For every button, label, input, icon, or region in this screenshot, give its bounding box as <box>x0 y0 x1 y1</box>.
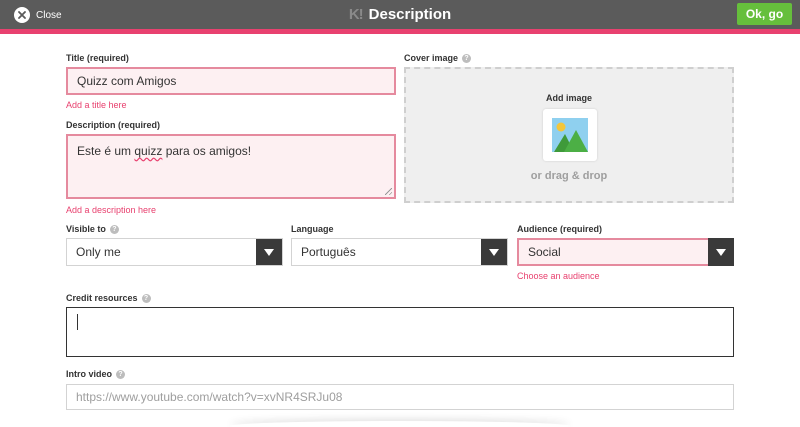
intro-video-input[interactable]: https://www.youtube.com/watch?v=xvNR4SRJ… <box>66 384 734 410</box>
title-value: Quizz com Amigos <box>77 74 177 88</box>
help-icon[interactable]: ? <box>109 224 119 234</box>
image-placeholder-icon[interactable] <box>543 109 597 161</box>
credit-resources-textarea[interactable] <box>66 307 734 357</box>
top-bar <box>0 0 800 29</box>
visible-to-value: Only me <box>76 245 121 259</box>
description-label: Description (required) <box>66 120 161 130</box>
intro-video-placeholder: https://www.youtube.com/watch?v=xvNR4SRJ… <box>76 390 343 404</box>
description-value: Este é um quizz para os amigos! <box>77 144 252 158</box>
audience-select[interactable]: Social <box>517 238 734 266</box>
intro-video-label: Intro video ? <box>66 369 126 379</box>
description-textarea[interactable]: Este é um quizz para os amigos! <box>66 134 396 199</box>
ok-go-button[interactable]: Ok, go <box>737 3 792 25</box>
audience-label: Audience (required) <box>517 224 603 234</box>
help-icon[interactable]: ? <box>116 369 126 379</box>
language-value: Português <box>301 245 356 259</box>
help-icon[interactable]: ? <box>141 293 151 303</box>
chevron-down-icon[interactable] <box>481 239 507 265</box>
visible-to-select[interactable]: Only me <box>66 238 283 266</box>
text-caret <box>77 314 78 330</box>
close-icon <box>14 7 30 23</box>
chevron-down-icon[interactable] <box>708 238 734 266</box>
visible-to-label: Visible to ? <box>66 224 119 234</box>
cover-image-dropzone[interactable]: Add image or drag & drop <box>404 67 734 203</box>
language-select[interactable]: Português <box>291 238 508 266</box>
title-error: Add a title here <box>66 100 127 110</box>
close-button[interactable]: Close <box>14 6 62 24</box>
cover-image-label: Cover image ? <box>404 53 472 63</box>
resize-handle[interactable] <box>385 188 392 195</box>
credit-resources-label: Credit resources ? <box>66 293 151 303</box>
help-icon[interactable]: ? <box>462 53 472 63</box>
close-label: Close <box>36 9 62 21</box>
description-error: Add a description here <box>66 205 157 215</box>
language-label: Language <box>291 224 334 234</box>
audience-error: Choose an audience <box>517 271 600 281</box>
misspelled-word: quizz <box>134 144 163 158</box>
bottom-panel-edge <box>230 421 570 427</box>
chevron-down-icon[interactable] <box>256 239 282 265</box>
title-label: Title (required) <box>66 53 129 63</box>
add-image-label: Add image <box>545 93 592 103</box>
drag-drop-label: or drag & drop <box>530 170 608 182</box>
title-input[interactable]: Quizz com Amigos <box>66 67 396 95</box>
audience-value: Social <box>528 245 561 259</box>
accent-stripe <box>0 29 800 34</box>
